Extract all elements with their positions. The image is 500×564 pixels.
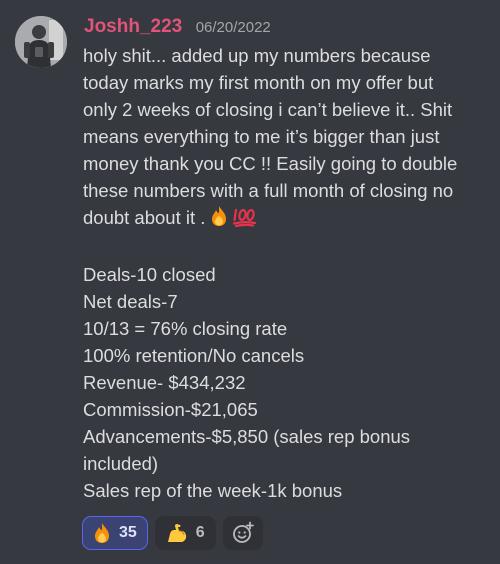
stat-line: 10/13 = 76% closing rate <box>83 318 288 339</box>
stat-line: Sales rep of the week-1k bonus <box>83 480 343 501</box>
user-avatar-image <box>15 16 67 68</box>
stat-line: Deals-10 closed <box>83 264 216 285</box>
message-header: Joshh_223 06/20/2022 <box>84 16 271 42</box>
add-reaction-icon <box>231 521 255 545</box>
reactions-bar: 35 6 <box>82 516 263 552</box>
fire-emoji-icon <box>92 522 112 544</box>
flexed-biceps-emoji-icon <box>165 522 189 544</box>
stat-line: Advancements-$5,850 (sales rep bonus inc… <box>83 426 411 474</box>
stat-line: Net deals-7 <box>83 291 178 312</box>
message-line: today marks my first month on my offer b… <box>83 72 434 93</box>
message-content: holy shit... added up my numbers because… <box>83 42 495 504</box>
chat-message: Joshh_223 06/20/2022 holy shit... added … <box>0 0 500 564</box>
timestamp: 06/20/2022 <box>195 19 271 36</box>
message-line: only 2 weeks of closing i can’t believe … <box>83 99 453 120</box>
username[interactable]: Joshh_223 <box>84 16 182 38</box>
stat-line: Commission-$21,065 <box>83 399 258 420</box>
stat-line: 100% retention/No cancels <box>83 345 305 366</box>
message-line-last: doubt about it . <box>83 204 495 234</box>
stats-list: Deals-10 closed Net deals-7 10/13 = 76% … <box>83 261 495 504</box>
reaction-fire[interactable]: 35 <box>82 516 148 550</box>
fire-emoji-icon <box>209 205 229 234</box>
message-line: money thank you CC !! Easily going to do… <box>83 153 458 174</box>
message-line-text: doubt about it . <box>83 207 206 228</box>
avatar[interactable] <box>15 16 67 68</box>
message-line: holy shit... added up my numbers because <box>83 45 431 66</box>
reaction-flexed-biceps[interactable]: 6 <box>154 516 216 550</box>
hundred-points-icon <box>233 205 257 234</box>
reaction-count: 35 <box>119 524 137 541</box>
add-reaction-button[interactable] <box>222 516 263 550</box>
stat-line: Revenue- $434,232 <box>83 372 246 393</box>
message-line: these numbers with a full month of closi… <box>83 180 454 201</box>
reaction-count: 6 <box>195 524 205 541</box>
message-line: means everything to me it’s bigger than … <box>83 126 440 147</box>
message-paragraph: holy shit... added up my numbers because… <box>83 42 495 234</box>
